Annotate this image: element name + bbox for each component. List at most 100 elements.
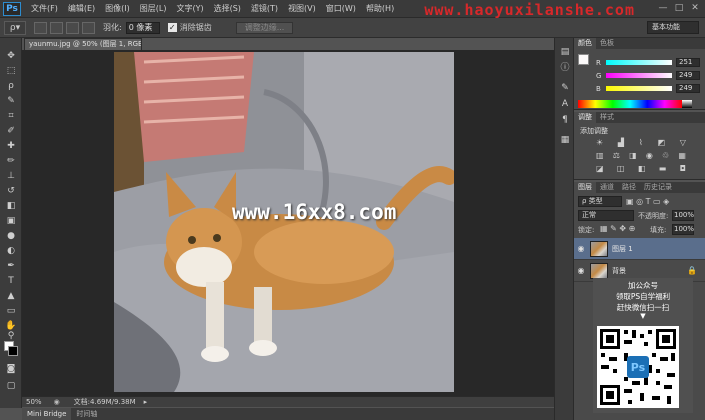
eyedropper-tool-icon[interactable]: ✐ (4, 125, 18, 138)
healing-tool-icon[interactable]: ✚ (4, 140, 18, 153)
screen-mode-icon[interactable]: ▢ (4, 380, 18, 393)
close-button[interactable]: ✕ (689, 3, 701, 14)
brush-tool-icon[interactable]: ✏ (4, 155, 18, 168)
menu-window[interactable]: 窗口(W) (326, 3, 356, 14)
promo-line-2: 领取PS自学福利 (615, 292, 671, 301)
tab-color[interactable]: 颜色 (574, 38, 596, 49)
quick-select-tool-icon[interactable]: ✎ (4, 95, 18, 108)
pen-tool-icon[interactable]: ✒ (4, 260, 18, 273)
levels-icon[interactable]: ▟ (618, 138, 624, 147)
selective-color-icon[interactable]: ◘ (680, 164, 686, 173)
lock-icons[interactable]: ▦ ✎ ✥ ⊕ (600, 224, 635, 233)
tab-adjustments[interactable]: 调整 (574, 112, 596, 123)
feather-input[interactable]: 0 像素 (125, 21, 160, 34)
vibrance-icon[interactable]: ▽ (680, 138, 686, 147)
minimize-button[interactable]: — (657, 3, 669, 14)
menu-select[interactable]: 选择(S) (214, 3, 241, 14)
qr-code[interactable]: Ps (597, 326, 679, 408)
tab-swatches[interactable]: 色板 (596, 38, 618, 49)
character-panel-icon[interactable]: A (559, 98, 571, 110)
menu-layer[interactable]: 图层(L) (140, 3, 167, 14)
curves-icon[interactable]: ⌇ (639, 138, 643, 147)
channel-b-value[interactable]: 249 (676, 84, 700, 93)
channel-g-slider[interactable] (606, 73, 672, 78)
move-tool-icon[interactable]: ✥ (4, 50, 18, 63)
tab-history[interactable]: 历史记录 (640, 182, 676, 193)
brush-panel-icon[interactable]: ✎ (559, 82, 571, 94)
menu-help[interactable]: 帮助(H) (366, 3, 394, 14)
tab-paths[interactable]: 路径 (618, 182, 640, 193)
crop-tool-icon[interactable]: ⌗ (4, 110, 18, 123)
blend-mode-select[interactable]: 正常 (578, 210, 634, 221)
subtract-selection-icon[interactable] (66, 21, 79, 34)
tab-mini-bridge[interactable]: Mini Bridge (22, 408, 72, 420)
gradient-map-icon[interactable]: ▬ (659, 164, 667, 173)
invert-icon[interactable]: ◪ (596, 164, 604, 173)
eraser-tool-icon[interactable]: ◧ (4, 200, 18, 213)
black-white-icon[interactable]: ◨ (629, 151, 637, 160)
layer-filter-select[interactable]: ρ 类型 (578, 196, 622, 207)
maximize-button[interactable]: □ (673, 3, 685, 14)
antialias-checkbox[interactable]: ✓ (167, 23, 177, 32)
history-brush-tool-icon[interactable]: ↺ (4, 185, 18, 198)
background-color-swatch[interactable] (8, 346, 18, 356)
photo-filter-icon[interactable]: ◉ (646, 151, 653, 160)
tab-layers[interactable]: 图层 (574, 182, 596, 193)
visibility-eye-icon[interactable]: ◉ (574, 266, 588, 275)
document-tab[interactable]: yaunmu.jpg @ 50% (图层 1, RGB/8) * (24, 38, 142, 50)
workspace-select[interactable]: 基本功能 (647, 21, 699, 34)
layer-filter-icons[interactable]: ▣ ◎ T ▭ ◈ (626, 196, 696, 207)
color-spectrum[interactable] (578, 100, 682, 108)
intersect-selection-icon[interactable] (82, 21, 95, 34)
status-info-icon[interactable]: ◉ (54, 398, 60, 406)
tab-styles[interactable]: 样式 (596, 112, 618, 123)
marquee-tool-icon[interactable]: ⬚ (4, 65, 18, 78)
opacity-input[interactable]: 100% (672, 210, 694, 221)
menu-filter[interactable]: 滤镜(T) (251, 3, 278, 14)
exposure-icon[interactable]: ◩ (657, 138, 665, 147)
posterize-icon[interactable]: ◫ (617, 164, 625, 173)
zoom-level[interactable]: 50% (26, 398, 42, 406)
path-select-tool-icon[interactable]: ▲ (4, 290, 18, 303)
brightness-icon[interactable]: ☀ (596, 138, 603, 147)
stamp-tool-icon[interactable]: ⊥ (4, 170, 18, 183)
new-selection-icon[interactable] (34, 21, 47, 34)
visibility-eye-icon[interactable]: ◉ (574, 244, 588, 253)
menu-edit[interactable]: 编辑(E) (68, 3, 95, 14)
channel-r-slider[interactable] (606, 60, 672, 65)
channel-mixer-icon[interactable]: ♲ (662, 151, 669, 160)
menu-image[interactable]: 图像(I) (105, 3, 130, 14)
properties-panel-icon[interactable]: ⓘ (559, 62, 571, 74)
lasso-preset-icon[interactable]: ρ▾ (4, 20, 26, 35)
color-spectrum-bw[interactable] (682, 100, 692, 108)
gradient-tool-icon[interactable]: ▣ (4, 215, 18, 228)
history-panel-icon[interactable]: ▤ (559, 46, 571, 58)
paragraph-panel-icon[interactable]: ¶ (559, 114, 571, 126)
adjustment-icons-row-3: ◪ ◫ ◧ ▬ ◘ (596, 164, 686, 173)
shape-tool-icon[interactable]: ▭ (4, 305, 18, 318)
menu-file[interactable]: 文件(F) (31, 3, 58, 14)
blur-tool-icon[interactable]: ● (4, 230, 18, 243)
quick-mask-icon[interactable]: ◙ (4, 363, 18, 376)
threshold-icon[interactable]: ◧ (638, 164, 646, 173)
lasso-tool-icon[interactable]: ρ (4, 80, 18, 93)
menu-type[interactable]: 文字(Y) (176, 3, 203, 14)
channel-g-value[interactable]: 249 (676, 71, 700, 80)
layer-row-layer1[interactable]: ◉ 图层 1 (574, 238, 705, 260)
type-tool-icon[interactable]: T (4, 275, 18, 288)
channel-b-slider[interactable] (606, 86, 672, 91)
color-lookup-icon[interactable]: ▦ (678, 151, 686, 160)
color-fg-swatch[interactable] (578, 54, 589, 65)
hue-saturation-icon[interactable]: ▥ (596, 151, 604, 160)
menu-view[interactable]: 视图(V) (288, 3, 316, 14)
tab-channels[interactable]: 通道 (596, 182, 618, 193)
fill-input[interactable]: 100% (672, 224, 694, 235)
add-selection-icon[interactable] (50, 21, 63, 34)
layer-comps-icon[interactable]: ▦ (559, 134, 571, 146)
channel-r-value[interactable]: 251 (676, 58, 700, 67)
status-menu-arrow-icon[interactable]: ▸ (144, 398, 148, 406)
refine-edge-button[interactable]: 调整边缘... (235, 21, 294, 34)
tab-timeline[interactable]: 时间轴 (71, 408, 102, 420)
dodge-tool-icon[interactable]: ◐ (4, 245, 18, 258)
color-balance-icon[interactable]: ⚖ (613, 151, 620, 160)
